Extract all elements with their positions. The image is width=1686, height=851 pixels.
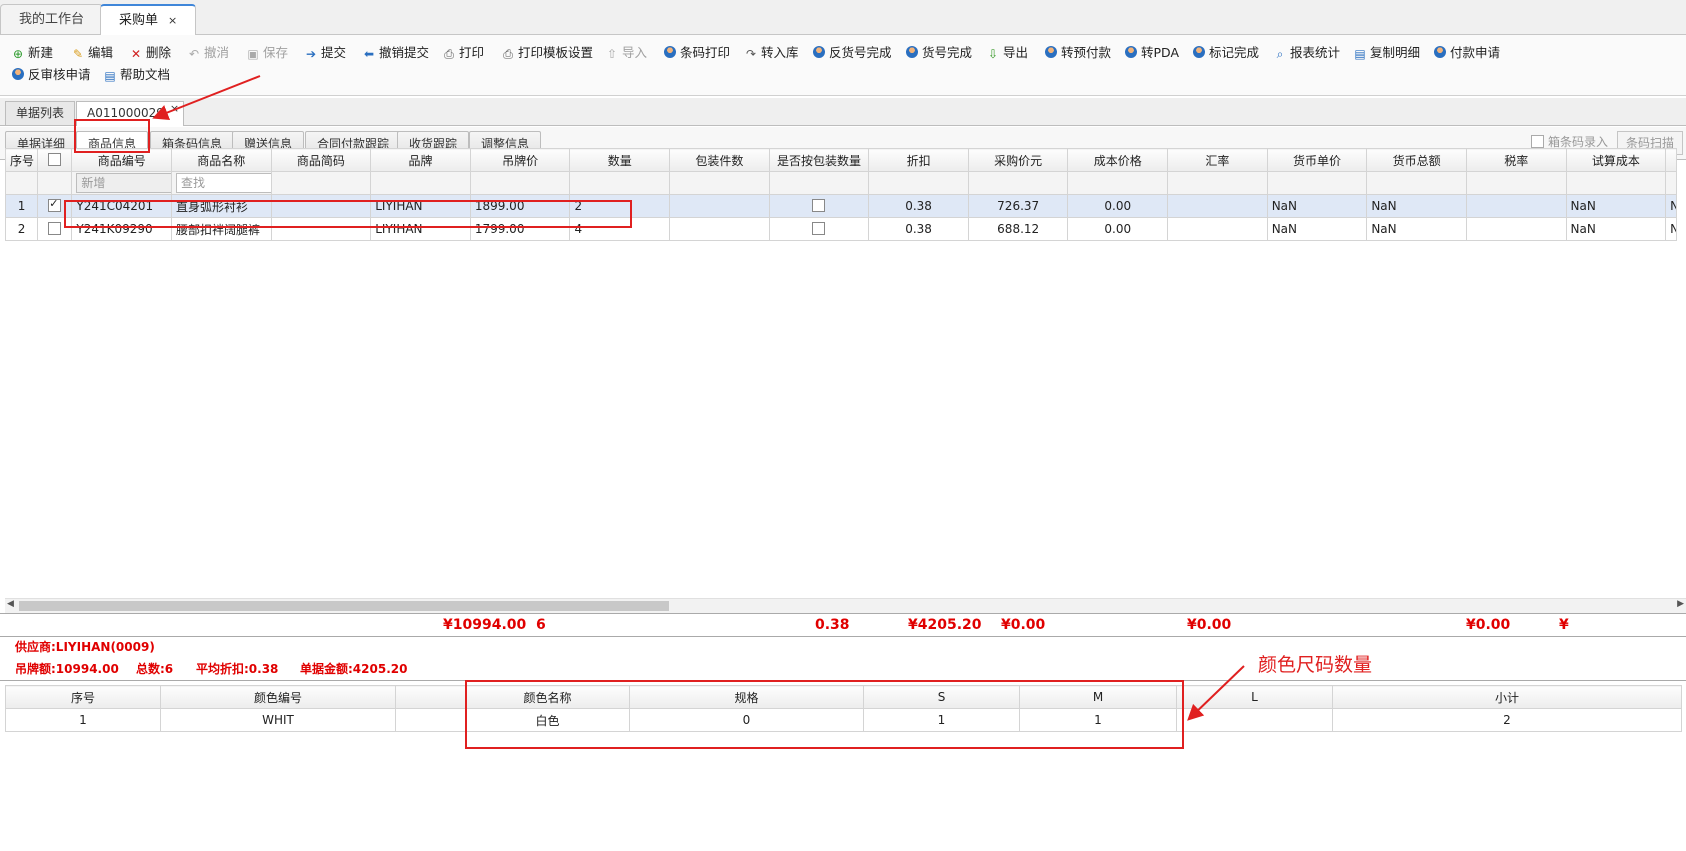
arrow-to-product-tab	[152, 75, 261, 121]
arrow-to-size-grid	[1187, 665, 1245, 721]
annotation-arrows	[152, 75, 1245, 721]
